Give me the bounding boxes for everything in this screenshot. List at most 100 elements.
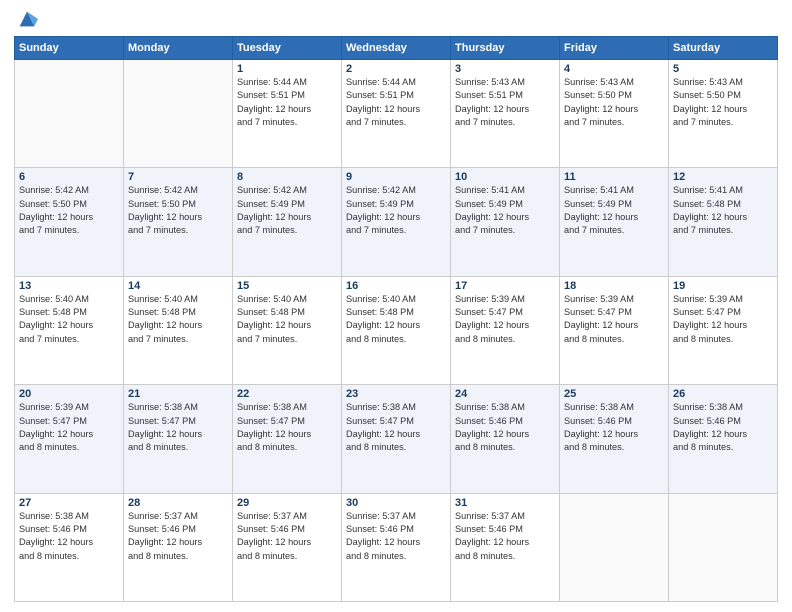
page: SundayMondayTuesdayWednesdayThursdayFrid… — [0, 0, 792, 612]
day-number: 11 — [564, 171, 664, 183]
day-number: 19 — [673, 280, 773, 292]
calendar-cell: 10Sunrise: 5:41 AM Sunset: 5:49 PM Dayli… — [451, 168, 560, 276]
calendar-cell: 30Sunrise: 5:37 AM Sunset: 5:46 PM Dayli… — [342, 493, 451, 601]
calendar-cell: 27Sunrise: 5:38 AM Sunset: 5:46 PM Dayli… — [15, 493, 124, 601]
weekday-header-wednesday: Wednesday — [342, 37, 451, 60]
calendar-week-row: 27Sunrise: 5:38 AM Sunset: 5:46 PM Dayli… — [15, 493, 778, 601]
calendar-week-row: 13Sunrise: 5:40 AM Sunset: 5:48 PM Dayli… — [15, 276, 778, 384]
calendar-cell: 24Sunrise: 5:38 AM Sunset: 5:46 PM Dayli… — [451, 385, 560, 493]
calendar-cell: 2Sunrise: 5:44 AM Sunset: 5:51 PM Daylig… — [342, 60, 451, 168]
day-number: 5 — [673, 63, 773, 75]
day-info: Sunrise: 5:37 AM Sunset: 5:46 PM Dayligh… — [455, 510, 555, 563]
day-info: Sunrise: 5:42 AM Sunset: 5:50 PM Dayligh… — [19, 184, 119, 237]
day-info: Sunrise: 5:38 AM Sunset: 5:46 PM Dayligh… — [455, 401, 555, 454]
calendar-cell: 17Sunrise: 5:39 AM Sunset: 5:47 PM Dayli… — [451, 276, 560, 384]
day-info: Sunrise: 5:38 AM Sunset: 5:46 PM Dayligh… — [19, 510, 119, 563]
calendar-cell: 22Sunrise: 5:38 AM Sunset: 5:47 PM Dayli… — [233, 385, 342, 493]
day-info: Sunrise: 5:40 AM Sunset: 5:48 PM Dayligh… — [128, 293, 228, 346]
day-number: 20 — [19, 388, 119, 400]
weekday-header-row: SundayMondayTuesdayWednesdayThursdayFrid… — [15, 37, 778, 60]
day-number: 25 — [564, 388, 664, 400]
calendar-cell: 15Sunrise: 5:40 AM Sunset: 5:48 PM Dayli… — [233, 276, 342, 384]
day-info: Sunrise: 5:42 AM Sunset: 5:49 PM Dayligh… — [346, 184, 446, 237]
calendar-cell: 31Sunrise: 5:37 AM Sunset: 5:46 PM Dayli… — [451, 493, 560, 601]
calendar-cell: 28Sunrise: 5:37 AM Sunset: 5:46 PM Dayli… — [124, 493, 233, 601]
calendar-cell: 16Sunrise: 5:40 AM Sunset: 5:48 PM Dayli… — [342, 276, 451, 384]
day-number: 10 — [455, 171, 555, 183]
day-info: Sunrise: 5:44 AM Sunset: 5:51 PM Dayligh… — [237, 76, 337, 129]
calendar-cell: 23Sunrise: 5:38 AM Sunset: 5:47 PM Dayli… — [342, 385, 451, 493]
calendar-cell: 5Sunrise: 5:43 AM Sunset: 5:50 PM Daylig… — [669, 60, 778, 168]
calendar-cell: 4Sunrise: 5:43 AM Sunset: 5:50 PM Daylig… — [560, 60, 669, 168]
weekday-header-monday: Monday — [124, 37, 233, 60]
calendar-cell: 25Sunrise: 5:38 AM Sunset: 5:46 PM Dayli… — [560, 385, 669, 493]
calendar-cell — [15, 60, 124, 168]
day-number: 22 — [237, 388, 337, 400]
day-info: Sunrise: 5:43 AM Sunset: 5:51 PM Dayligh… — [455, 76, 555, 129]
day-number: 8 — [237, 171, 337, 183]
calendar-cell: 6Sunrise: 5:42 AM Sunset: 5:50 PM Daylig… — [15, 168, 124, 276]
day-number: 9 — [346, 171, 446, 183]
logo — [14, 12, 38, 30]
header — [14, 12, 778, 30]
day-number: 13 — [19, 280, 119, 292]
day-number: 14 — [128, 280, 228, 292]
day-number: 2 — [346, 63, 446, 75]
calendar-cell: 3Sunrise: 5:43 AM Sunset: 5:51 PM Daylig… — [451, 60, 560, 168]
day-number: 17 — [455, 280, 555, 292]
day-info: Sunrise: 5:37 AM Sunset: 5:46 PM Dayligh… — [346, 510, 446, 563]
calendar-cell: 18Sunrise: 5:39 AM Sunset: 5:47 PM Dayli… — [560, 276, 669, 384]
day-info: Sunrise: 5:40 AM Sunset: 5:48 PM Dayligh… — [19, 293, 119, 346]
weekday-header-sunday: Sunday — [15, 37, 124, 60]
day-number: 12 — [673, 171, 773, 183]
logo-icon — [16, 8, 38, 30]
day-info: Sunrise: 5:44 AM Sunset: 5:51 PM Dayligh… — [346, 76, 446, 129]
calendar-cell: 11Sunrise: 5:41 AM Sunset: 5:49 PM Dayli… — [560, 168, 669, 276]
day-info: Sunrise: 5:38 AM Sunset: 5:47 PM Dayligh… — [128, 401, 228, 454]
day-info: Sunrise: 5:42 AM Sunset: 5:50 PM Dayligh… — [128, 184, 228, 237]
calendar-cell — [560, 493, 669, 601]
day-info: Sunrise: 5:39 AM Sunset: 5:47 PM Dayligh… — [455, 293, 555, 346]
day-info: Sunrise: 5:38 AM Sunset: 5:46 PM Dayligh… — [673, 401, 773, 454]
calendar-cell: 9Sunrise: 5:42 AM Sunset: 5:49 PM Daylig… — [342, 168, 451, 276]
calendar-week-row: 1Sunrise: 5:44 AM Sunset: 5:51 PM Daylig… — [15, 60, 778, 168]
day-info: Sunrise: 5:37 AM Sunset: 5:46 PM Dayligh… — [237, 510, 337, 563]
day-number: 16 — [346, 280, 446, 292]
weekday-header-friday: Friday — [560, 37, 669, 60]
day-number: 27 — [19, 497, 119, 509]
day-info: Sunrise: 5:38 AM Sunset: 5:47 PM Dayligh… — [237, 401, 337, 454]
calendar-cell: 19Sunrise: 5:39 AM Sunset: 5:47 PM Dayli… — [669, 276, 778, 384]
calendar-week-row: 20Sunrise: 5:39 AM Sunset: 5:47 PM Dayli… — [15, 385, 778, 493]
calendar-cell: 21Sunrise: 5:38 AM Sunset: 5:47 PM Dayli… — [124, 385, 233, 493]
day-number: 24 — [455, 388, 555, 400]
day-number: 3 — [455, 63, 555, 75]
calendar-cell: 20Sunrise: 5:39 AM Sunset: 5:47 PM Dayli… — [15, 385, 124, 493]
weekday-header-tuesday: Tuesday — [233, 37, 342, 60]
calendar-cell: 14Sunrise: 5:40 AM Sunset: 5:48 PM Dayli… — [124, 276, 233, 384]
calendar-week-row: 6Sunrise: 5:42 AM Sunset: 5:50 PM Daylig… — [15, 168, 778, 276]
day-info: Sunrise: 5:43 AM Sunset: 5:50 PM Dayligh… — [673, 76, 773, 129]
day-info: Sunrise: 5:37 AM Sunset: 5:46 PM Dayligh… — [128, 510, 228, 563]
day-info: Sunrise: 5:38 AM Sunset: 5:47 PM Dayligh… — [346, 401, 446, 454]
calendar-cell — [124, 60, 233, 168]
calendar-cell: 12Sunrise: 5:41 AM Sunset: 5:48 PM Dayli… — [669, 168, 778, 276]
day-info: Sunrise: 5:40 AM Sunset: 5:48 PM Dayligh… — [346, 293, 446, 346]
day-number: 28 — [128, 497, 228, 509]
day-info: Sunrise: 5:43 AM Sunset: 5:50 PM Dayligh… — [564, 76, 664, 129]
day-info: Sunrise: 5:39 AM Sunset: 5:47 PM Dayligh… — [564, 293, 664, 346]
calendar-cell: 7Sunrise: 5:42 AM Sunset: 5:50 PM Daylig… — [124, 168, 233, 276]
day-info: Sunrise: 5:38 AM Sunset: 5:46 PM Dayligh… — [564, 401, 664, 454]
day-number: 7 — [128, 171, 228, 183]
day-info: Sunrise: 5:39 AM Sunset: 5:47 PM Dayligh… — [673, 293, 773, 346]
day-info: Sunrise: 5:41 AM Sunset: 5:48 PM Dayligh… — [673, 184, 773, 237]
day-number: 4 — [564, 63, 664, 75]
weekday-header-saturday: Saturday — [669, 37, 778, 60]
day-number: 23 — [346, 388, 446, 400]
day-number: 1 — [237, 63, 337, 75]
day-number: 26 — [673, 388, 773, 400]
calendar-table: SundayMondayTuesdayWednesdayThursdayFrid… — [14, 36, 778, 602]
day-info: Sunrise: 5:41 AM Sunset: 5:49 PM Dayligh… — [455, 184, 555, 237]
calendar-cell: 8Sunrise: 5:42 AM Sunset: 5:49 PM Daylig… — [233, 168, 342, 276]
day-info: Sunrise: 5:39 AM Sunset: 5:47 PM Dayligh… — [19, 401, 119, 454]
day-number: 6 — [19, 171, 119, 183]
